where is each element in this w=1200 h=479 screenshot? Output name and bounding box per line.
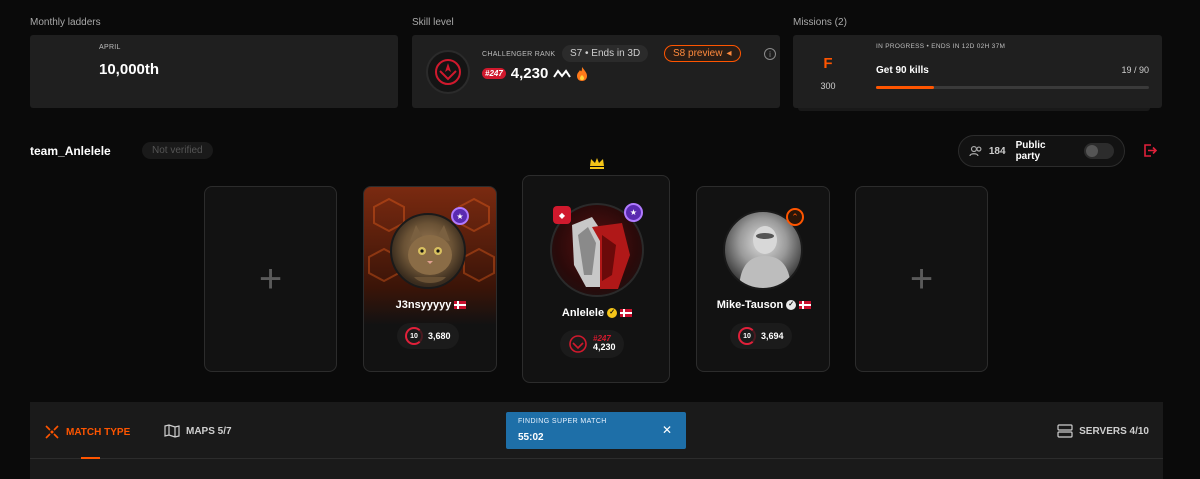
mission-name: Get 90 kills — [876, 65, 929, 76]
player-name: Anlelele — [561, 307, 605, 319]
tab-label: SERVERS 4/10 — [1079, 425, 1149, 437]
player-name-row: J3nsyyyyy — [364, 299, 496, 311]
party-count: 184 — [988, 145, 1006, 157]
matchmaking-bar: MATCH TYPE MAPS 5/7 FINDING SUPER MATCH … — [30, 402, 1163, 479]
mission-points: 300 — [820, 81, 836, 91]
finding-match-banner[interactable]: FINDING SUPER MATCH 55:02 ✕ — [506, 412, 686, 449]
mission-letter: F — [823, 55, 833, 72]
map-icon — [164, 424, 180, 438]
ladder-month: APRIL — [99, 44, 121, 51]
tab-match-type[interactable]: MATCH TYPE — [44, 424, 130, 440]
tab-servers[interactable]: SERVERS 4/10 — [1057, 424, 1149, 438]
cancel-search-icon[interactable]: ✕ — [662, 423, 672, 437]
verify-pill[interactable]: Not verified — [142, 142, 213, 159]
finding-timer: 55:02 — [518, 432, 544, 443]
fire-icon — [577, 66, 588, 81]
season-pill[interactable]: S7 • Ends in 3D — [562, 45, 649, 62]
player-name-row: Anlelele ✓ — [523, 307, 671, 319]
skill-title: Skill level — [412, 17, 454, 28]
public-party-toggle[interactable] — [1084, 143, 1114, 159]
tab-label: MATCH TYPE — [66, 426, 131, 438]
tab-maps[interactable]: MAPS 5/7 — [164, 424, 232, 438]
preview-arrow-icon: ◂ — [726, 48, 732, 59]
rank-up-badge-icon: ⌃ — [786, 208, 804, 226]
leave-party-icon[interactable] — [1142, 143, 1157, 158]
team-name[interactable]: team_Anlelele — [30, 144, 111, 158]
elo-value: 4,230 — [510, 65, 549, 82]
mission-progress-bar — [876, 86, 1149, 89]
add-player-icon: + — [258, 257, 283, 301]
elo-value: 4,230 — [593, 342, 616, 353]
rank-label: CHALLENGER RANK — [482, 51, 556, 58]
trend-icon — [553, 68, 572, 78]
challenger-badge-icon: ◆ — [553, 206, 571, 224]
ladders-panel[interactable]: APRIL 10,000th — [30, 35, 398, 108]
player-elo: #247 4,230 — [560, 330, 624, 358]
player-card-mike-tauson[interactable]: ⌃ Mike-Tauson ✓ 10 3,694 — [696, 186, 830, 372]
verified-icon: ✓ — [607, 308, 618, 319]
prime-badge-icon: ★ — [451, 207, 469, 225]
mission-progress-fill — [876, 86, 934, 89]
elo-value: 3,680 — [428, 331, 451, 341]
party-box: 184 Public party — [958, 135, 1125, 167]
prime-badge-icon: ★ — [624, 203, 643, 222]
empty-slot-left[interactable]: + — [204, 186, 337, 372]
player-name-row: Mike-Tauson ✓ — [697, 299, 831, 311]
elo-value: 3,694 — [761, 331, 784, 341]
server-icon — [1057, 424, 1073, 438]
empty-slot-right[interactable]: + — [855, 186, 988, 372]
player-card-anlelele[interactable]: ◆ ★ Anlelele ✓ #247 4,230 — [522, 175, 670, 383]
mission-status: IN PROGRESS • ENDS IN 12D 02H 37M — [876, 43, 1006, 50]
ladder-rank: 10,000th — [99, 61, 160, 78]
missions-panel[interactable]: F 300 IN PROGRESS • ENDS IN 12D 02H 37M … — [793, 35, 1162, 108]
crosshair-icon — [45, 425, 59, 439]
users-icon — [969, 145, 982, 157]
skill-panel[interactable]: CHALLENGER RANK S7 • Ends in 3D S8 previ… — [412, 35, 780, 108]
challenger-rank-icon — [569, 335, 587, 353]
info-icon[interactable]: i — [764, 48, 776, 60]
missions-title: Missions (2) — [793, 17, 847, 28]
finding-label: FINDING SUPER MATCH — [518, 418, 607, 425]
level-badge: 10 — [405, 327, 423, 345]
denmark-flag-icon — [454, 301, 467, 310]
public-party-label: Public party — [1015, 140, 1046, 162]
denmark-flag-icon — [799, 301, 812, 310]
player-elo: 10 3,694 — [730, 323, 792, 349]
add-player-icon: + — [909, 257, 934, 301]
player-name: J3nsyyyyy — [395, 299, 452, 311]
level-badge: 10 — [738, 327, 756, 345]
tab-label: MAPS 5/7 — [186, 425, 232, 437]
player-card-j3nsyyyyy[interactable]: ★ J3nsyyyyy 10 3,680 — [363, 186, 497, 372]
mission-progress-text: 19 / 90 — [1121, 65, 1149, 75]
player-name: Mike-Tauson — [716, 299, 784, 311]
crown-icon — [590, 158, 604, 169]
denmark-flag-icon — [620, 309, 633, 318]
bar-divider — [30, 458, 1163, 459]
challenger-rank-icon — [426, 50, 470, 94]
player-avatar — [390, 213, 466, 289]
active-tab-indicator — [81, 457, 100, 459]
rank-chip: #247 — [482, 68, 506, 79]
player-elo: 10 3,680 — [397, 323, 459, 349]
ladders-title: Monthly ladders — [30, 17, 101, 28]
preview-pill[interactable]: S8 preview ◂ — [664, 45, 741, 62]
verified-icon: ✓ — [786, 300, 797, 311]
preview-pill-label: S8 preview — [673, 48, 723, 59]
